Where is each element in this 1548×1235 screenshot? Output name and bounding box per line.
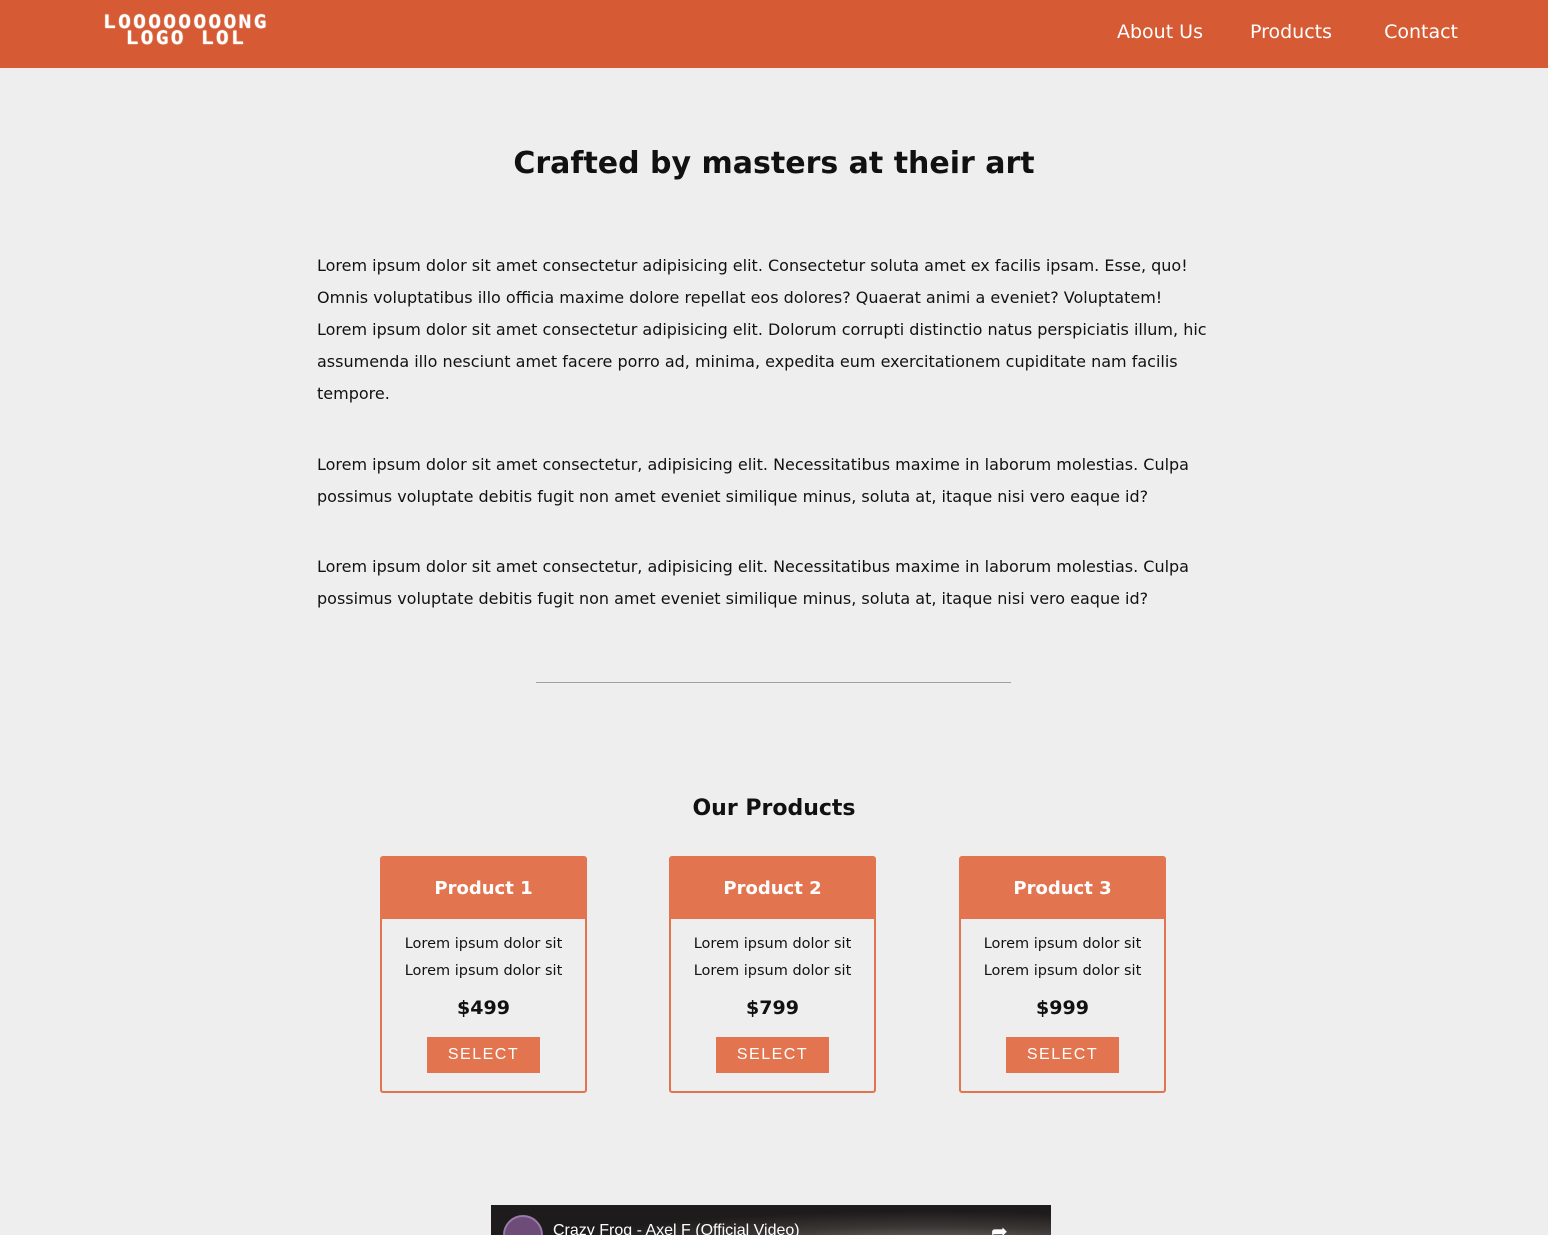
product-card-2: Product 2 Lorem ipsum dolor sit Lorem ip… — [669, 856, 876, 1093]
product-card-line: Lorem ipsum dolor sit — [693, 936, 852, 952]
product-price: $499 — [457, 997, 510, 1019]
select-product-1-button[interactable]: SELECT — [427, 1037, 540, 1073]
video-title[interactable]: Crazy Frog - Axel F (Official Video) — [553, 1222, 800, 1235]
select-product-3-button[interactable]: SELECT — [1006, 1037, 1119, 1073]
intro-paragraph-2: Lorem ipsum dolor sit amet consectetur, … — [317, 455, 1189, 506]
video-embed[interactable]: Crazy Frog - Axel F (Official Video) ➦ — [491, 1205, 1051, 1235]
products-section-title: Our Products — [692, 796, 856, 821]
nav-about-us[interactable]: About Us — [1117, 21, 1203, 43]
product-card-1: Product 1 Lorem ipsum dolor sit Lorem ip… — [380, 856, 587, 1093]
intro-paragraph-3: Lorem ipsum dolor sit amet consectetur, … — [317, 557, 1189, 608]
product-card-title: Product 2 — [671, 858, 874, 919]
section-divider — [536, 682, 1011, 683]
product-card-title: Product 1 — [382, 858, 585, 919]
site-header: LOOOOOOOONG LOGO LOL About Us Products C… — [0, 0, 1548, 68]
product-card-line: Lorem ipsum dolor sit — [693, 963, 852, 979]
product-card-line: Lorem ipsum dolor sit — [404, 936, 563, 952]
nav-products[interactable]: Products — [1250, 21, 1332, 43]
page-title: Crafted by masters at their art — [513, 146, 1035, 181]
product-card-line: Lorem ipsum dolor sit — [404, 963, 563, 979]
product-card-line: Lorem ipsum dolor sit — [983, 936, 1142, 952]
channel-avatar[interactable] — [503, 1215, 543, 1235]
product-price: $799 — [746, 997, 799, 1019]
product-card-line: Lorem ipsum dolor sit — [983, 963, 1142, 979]
product-card-title: Product 3 — [961, 858, 1164, 919]
intro-paragraph-1: Lorem ipsum dolor sit amet consectetur a… — [317, 256, 1207, 403]
share-icon[interactable]: ➦ — [991, 1219, 1008, 1235]
logo-line-2: LOGO LOL — [125, 27, 247, 49]
product-card-3: Product 3 Lorem ipsum dolor sit Lorem ip… — [959, 856, 1166, 1093]
nav-contact[interactable]: Contact — [1384, 21, 1458, 43]
select-product-2-button[interactable]: SELECT — [716, 1037, 829, 1073]
product-price: $999 — [1036, 997, 1089, 1019]
logo[interactable]: LOOOOOOOONG LOGO LOL — [38, 13, 334, 49]
